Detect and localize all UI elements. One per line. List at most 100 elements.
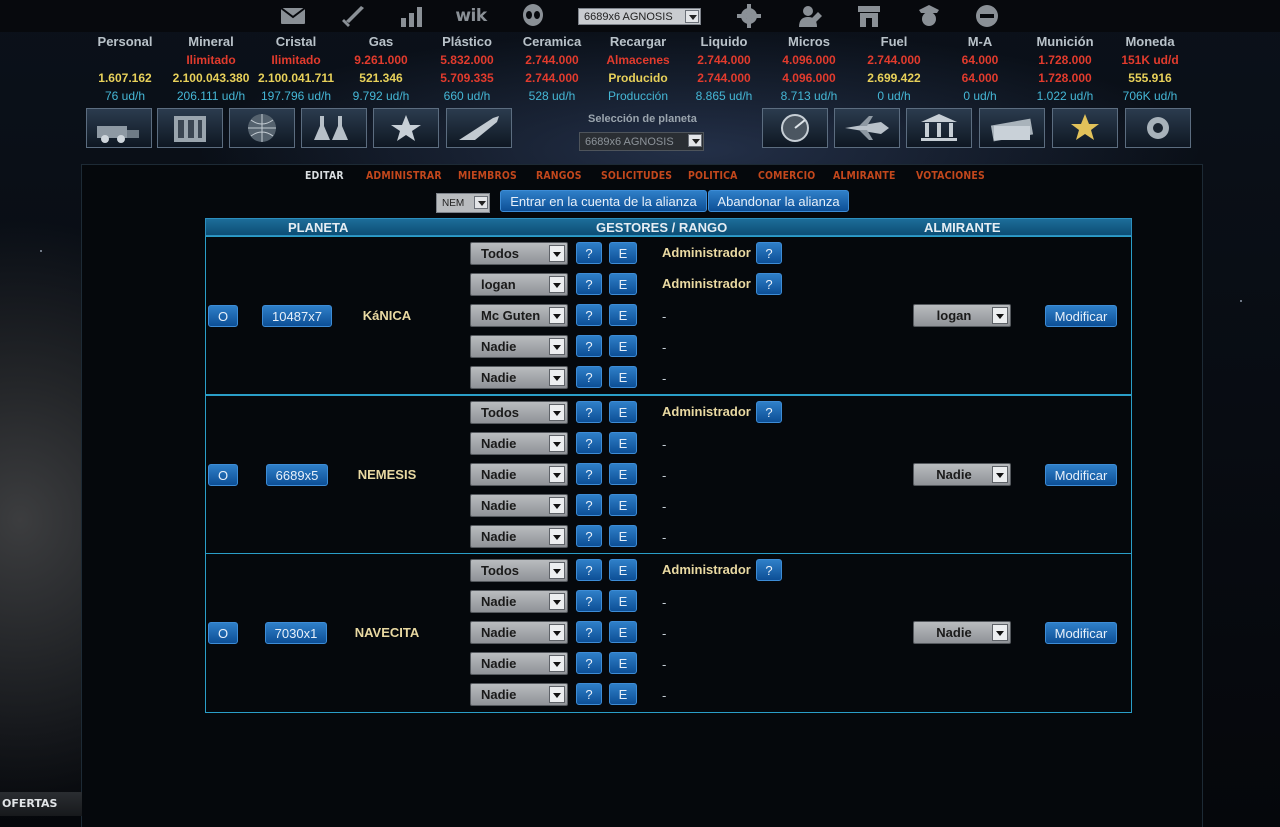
edit-button[interactable]: E	[609, 621, 637, 643]
help-button[interactable]: ?	[576, 463, 602, 485]
sword-icon[interactable]	[337, 2, 369, 30]
tab-editar[interactable]: EDITAR	[305, 169, 344, 182]
planet-coords-button[interactable]: 10487x7	[262, 305, 332, 327]
help-button[interactable]: ?	[576, 683, 602, 705]
planet-grid-icon[interactable]	[229, 108, 295, 148]
tab-comercio[interactable]: COMERCIO	[758, 169, 815, 182]
edit-button[interactable]: E	[609, 335, 637, 357]
rank-empty: -	[662, 688, 667, 703]
research-lab-icon[interactable]	[301, 108, 367, 148]
rank-help-button[interactable]: ?	[756, 401, 782, 423]
rank-help-button[interactable]: ?	[756, 273, 782, 295]
edit-button[interactable]: E	[609, 463, 637, 485]
tab-solicitudes[interactable]: SOLICITUDES	[601, 169, 672, 182]
logout-icon[interactable]	[971, 2, 1003, 30]
edit-button[interactable]: E	[609, 432, 637, 454]
edit-button[interactable]: E	[609, 590, 637, 612]
help-button[interactable]: ?	[576, 559, 602, 581]
nem-selector[interactable]: NEM	[436, 193, 490, 213]
manager-select[interactable]: Nadie	[470, 621, 568, 644]
admiral-select[interactable]: logan	[913, 304, 1011, 327]
help-button[interactable]: ?	[576, 494, 602, 516]
manager-select[interactable]: Mc Guten	[470, 304, 568, 327]
settings-gear-icon[interactable]	[1125, 108, 1191, 148]
help-button[interactable]: ?	[576, 366, 602, 388]
o-button[interactable]: O	[208, 622, 238, 644]
fleet-launch-icon[interactable]	[446, 108, 512, 148]
wiki-icon[interactable]: wik	[452, 2, 490, 30]
manager-select[interactable]: Nadie	[470, 432, 568, 455]
manager-select[interactable]: Nadie	[470, 652, 568, 675]
rank-help-button[interactable]: ?	[756, 559, 782, 581]
edit-button[interactable]: E	[609, 366, 637, 388]
edit-button[interactable]: E	[609, 559, 637, 581]
ofertas-tab[interactable]: OFERTAS	[0, 792, 82, 816]
manager-select[interactable]: Todos	[470, 242, 568, 265]
help-button[interactable]: ?	[576, 590, 602, 612]
enter-alliance-account-button[interactable]: Entrar en la cuenta de la alianza	[500, 190, 707, 212]
leave-alliance-button[interactable]: Abandonar la alianza	[708, 190, 849, 212]
shop-icon[interactable]	[853, 2, 885, 30]
tab-almirante[interactable]: ALMIRANTE	[833, 169, 896, 182]
rank-help-button[interactable]: ?	[756, 242, 782, 264]
help-button[interactable]: ?	[576, 621, 602, 643]
admiral-rank-icon[interactable]	[1052, 108, 1118, 148]
o-button[interactable]: O	[208, 464, 238, 486]
bank-building-icon[interactable]	[906, 108, 972, 148]
fighter-ship-icon[interactable]	[834, 108, 900, 148]
planet-selector[interactable]: 6689x6 AGNOSIS	[579, 132, 704, 151]
edit-button[interactable]: E	[609, 652, 637, 674]
officer-icon[interactable]	[913, 2, 945, 30]
modify-button[interactable]: Modificar	[1045, 622, 1117, 644]
admiral-select[interactable]: Nadie	[913, 463, 1011, 486]
manager-select[interactable]: Todos	[470, 559, 568, 582]
edit-button[interactable]: E	[609, 683, 637, 705]
manager-select[interactable]: Nadie	[470, 366, 568, 389]
tab-votaciones[interactable]: VOTACIONES	[916, 169, 985, 182]
planet-selector-top[interactable]: 6689x6 AGNOSIS	[578, 8, 701, 25]
o-button[interactable]: O	[208, 305, 238, 327]
money-icon[interactable]	[979, 108, 1045, 148]
manager-select[interactable]: logan	[470, 273, 568, 296]
resource-rate: 76 ud/h	[104, 89, 146, 103]
manager-select[interactable]: Nadie	[470, 494, 568, 517]
gear-icon[interactable]	[733, 2, 765, 30]
mine-building-icon[interactable]	[86, 108, 152, 148]
help-button[interactable]: ?	[576, 652, 602, 674]
edit-button[interactable]: E	[609, 525, 637, 547]
manager-select[interactable]: Nadie	[470, 525, 568, 548]
help-button[interactable]: ?	[576, 304, 602, 326]
mail-icon[interactable]	[277, 2, 309, 30]
planet-coords-button[interactable]: 6689x5	[266, 464, 328, 486]
manager-select[interactable]: Nadie	[470, 590, 568, 613]
admiral-select[interactable]: Nadie	[913, 621, 1011, 644]
factory-building-icon[interactable]	[157, 108, 223, 148]
manager-select[interactable]: Nadie	[470, 463, 568, 486]
modify-button[interactable]: Modificar	[1045, 464, 1117, 486]
modify-button[interactable]: Modificar	[1045, 305, 1117, 327]
tab-rangos[interactable]: RANGOS	[536, 169, 582, 182]
radar-icon[interactable]	[762, 108, 828, 148]
help-button[interactable]: ?	[576, 432, 602, 454]
stats-chart-icon[interactable]	[396, 2, 428, 30]
tab-administrar[interactable]: ADMINISTRAR	[366, 169, 442, 182]
tab-miembros[interactable]: MIEMBROS	[458, 169, 517, 182]
edit-button[interactable]: E	[609, 273, 637, 295]
tab-politica[interactable]: POLITICA	[688, 169, 738, 182]
user-edit-icon[interactable]	[795, 2, 827, 30]
alien-icon[interactable]	[517, 2, 549, 30]
edit-button[interactable]: E	[609, 401, 637, 423]
help-button[interactable]: ?	[576, 335, 602, 357]
help-button[interactable]: ?	[576, 273, 602, 295]
edit-button[interactable]: E	[609, 494, 637, 516]
edit-button[interactable]: E	[609, 304, 637, 326]
alliance-stars-icon[interactable]	[373, 108, 439, 148]
edit-button[interactable]: E	[609, 242, 637, 264]
manager-select[interactable]: Nadie	[470, 335, 568, 358]
manager-select[interactable]: Nadie	[470, 683, 568, 706]
help-button[interactable]: ?	[576, 242, 602, 264]
planet-coords-button[interactable]: 7030x1	[265, 622, 327, 644]
help-button[interactable]: ?	[576, 525, 602, 547]
help-button[interactable]: ?	[576, 401, 602, 423]
manager-select[interactable]: Todos	[470, 401, 568, 424]
